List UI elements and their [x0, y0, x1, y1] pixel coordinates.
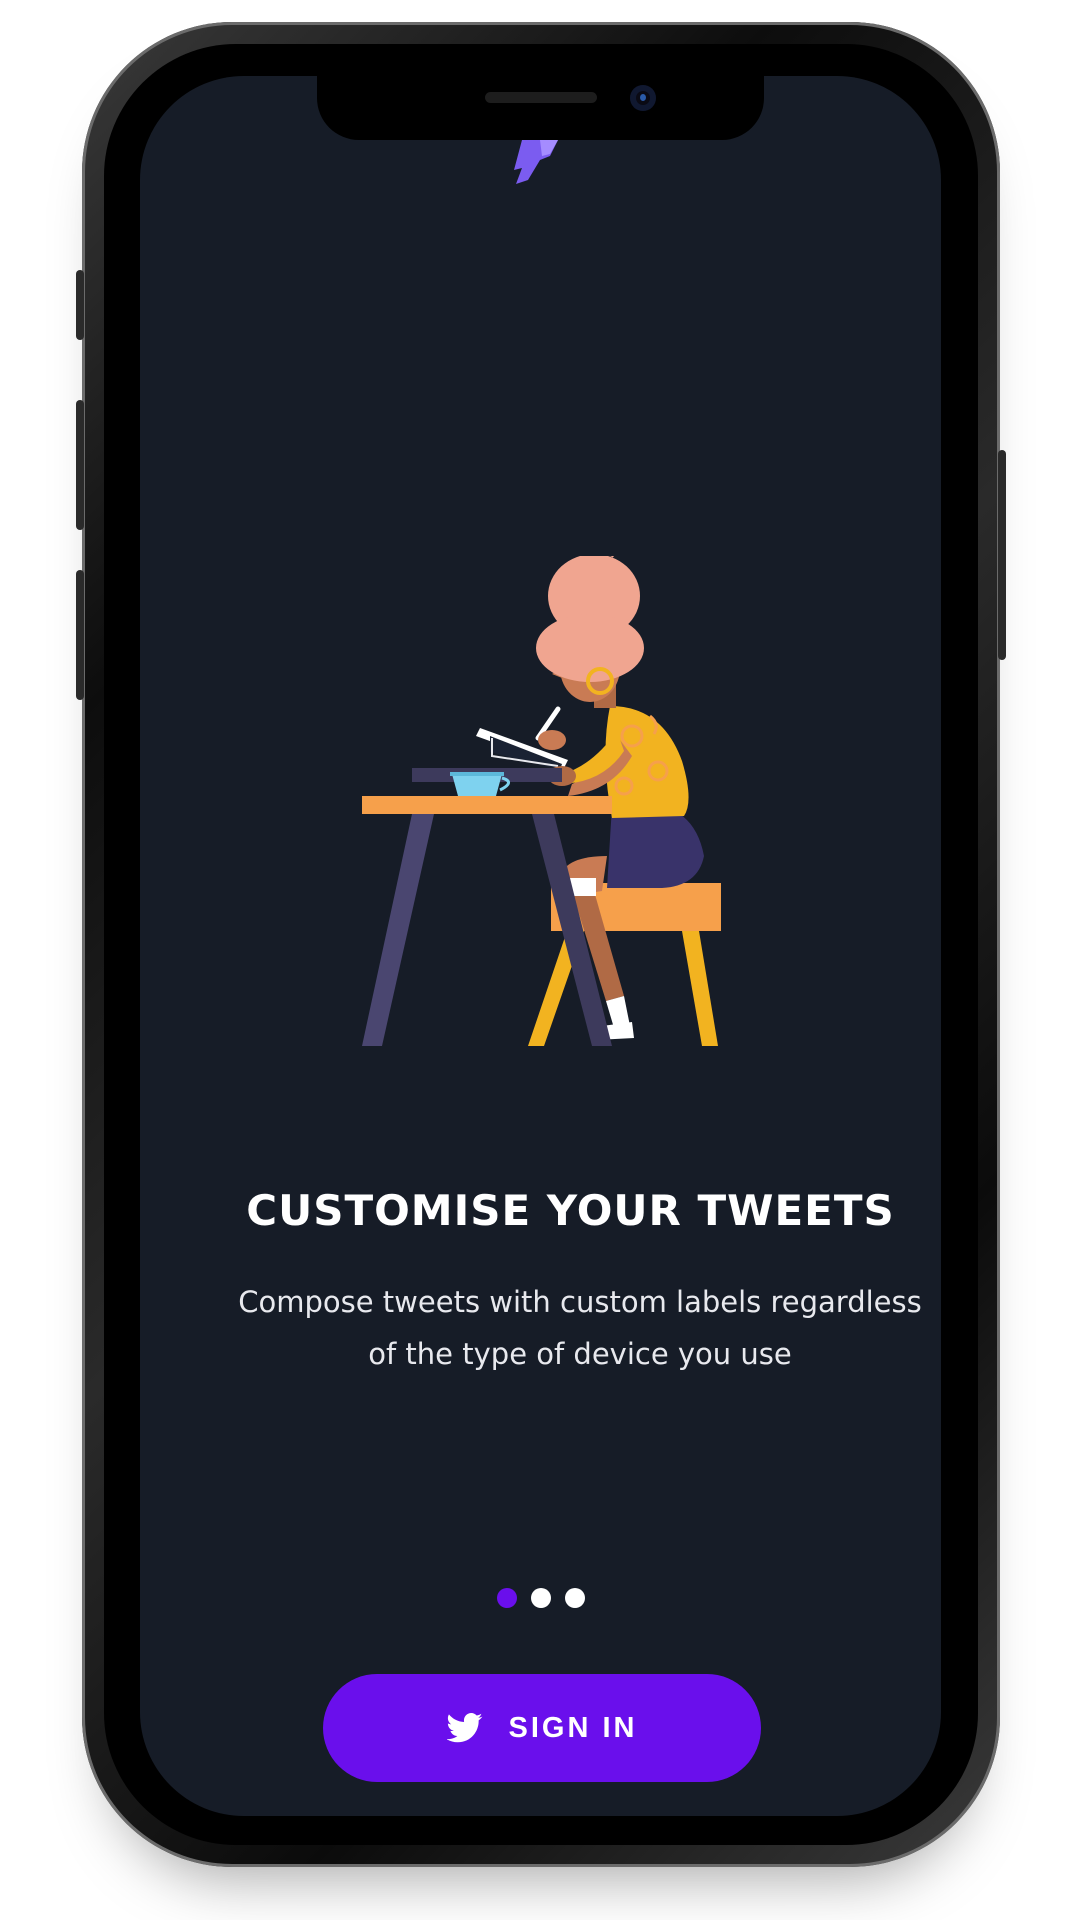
app-screen: CUSTOMISE YOUR TWEETS Compose tweets wit… [140, 76, 941, 1816]
page-dot-2[interactable] [530, 1588, 551, 1608]
onboarding-title: CUSTOMISE YOUR TWEETS [246, 1186, 895, 1235]
notch [317, 76, 764, 140]
twitter-bird-icon [446, 1713, 482, 1743]
speaker-grille [485, 92, 597, 103]
front-camera [630, 85, 656, 111]
power-button [998, 450, 1006, 660]
top-decoration-icon [514, 140, 558, 184]
onboarding-subtitle: Compose tweets with custom labels regard… [238, 1285, 922, 1371]
sign-in-label: SIGN IN [508, 1711, 638, 1744]
sign-in-button[interactable]: SIGN IN [323, 1674, 761, 1782]
volume-up-button [76, 400, 84, 530]
volume-down-button [76, 570, 84, 700]
woman-writing-illustration [362, 556, 721, 1046]
page-dot-3[interactable] [564, 1588, 585, 1608]
page-indicator [140, 1588, 941, 1612]
page-dot-1-active[interactable] [496, 1588, 517, 1608]
mute-switch [76, 270, 84, 340]
